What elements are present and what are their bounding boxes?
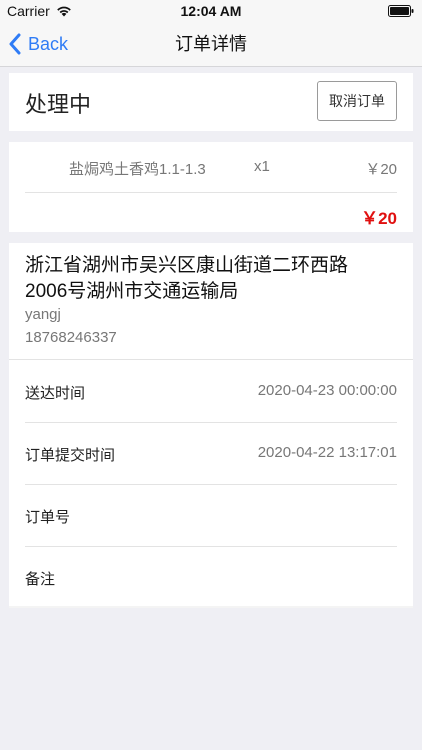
status-time: 12:04 AM xyxy=(180,3,242,19)
submit-time-value: 2020-04-22 13:17:01 xyxy=(257,444,397,461)
order-status-text: 处理中 xyxy=(25,92,92,117)
delivery-address: 浙江省湖州市吴兴区康山街道二环西路2006号湖州市交通运输局 xyxy=(25,255,349,302)
card-bottom-edge xyxy=(9,606,413,608)
contact-phone: 18768246337 xyxy=(25,329,117,346)
submit-time-row: 订单提交时间 2020-04-22 13:17:01 xyxy=(25,422,397,485)
order-items-card: 盐焗鸡土香鸡1.1-1.3 x1 ￥20 ￥20 xyxy=(9,142,413,232)
page-title: 订单详情 xyxy=(175,34,247,54)
remark-label: 备注 xyxy=(25,571,56,588)
order-total: ￥20 xyxy=(361,209,397,228)
delivery-time-value: 2020-04-23 00:00:00 xyxy=(257,382,397,399)
cancel-order-button[interactable]: 取消订单 xyxy=(317,81,397,121)
item-quantity: x1 xyxy=(254,158,270,175)
status-bar: Carrier 12:04 AM xyxy=(0,0,422,22)
list-item: 盐焗鸡土香鸡1.1-1.3 x1 ￥20 xyxy=(25,142,397,193)
remark-row: 备注 xyxy=(25,546,397,608)
battery-icon xyxy=(388,5,414,17)
contact-name: yangj xyxy=(25,306,61,323)
order-number-row: 订单号 xyxy=(25,484,397,547)
delivery-time-label: 送达时间 xyxy=(25,385,86,402)
delivery-time-row: 送达时间 2020-04-23 00:00:00 xyxy=(25,360,397,423)
item-name: 盐焗鸡土香鸡1.1-1.3 xyxy=(69,161,206,178)
order-details-card: 浙江省湖州市吴兴区康山街道二环西路2006号湖州市交通运输局 yangj 187… xyxy=(9,243,413,608)
order-status-card: 处理中 取消订单 xyxy=(9,73,413,131)
item-price: ￥20 xyxy=(365,161,397,178)
order-number-label: 订单号 xyxy=(25,509,71,526)
submit-time-label: 订单提交时间 xyxy=(25,447,116,464)
navigation-bar: Back 订单详情 xyxy=(0,22,422,67)
